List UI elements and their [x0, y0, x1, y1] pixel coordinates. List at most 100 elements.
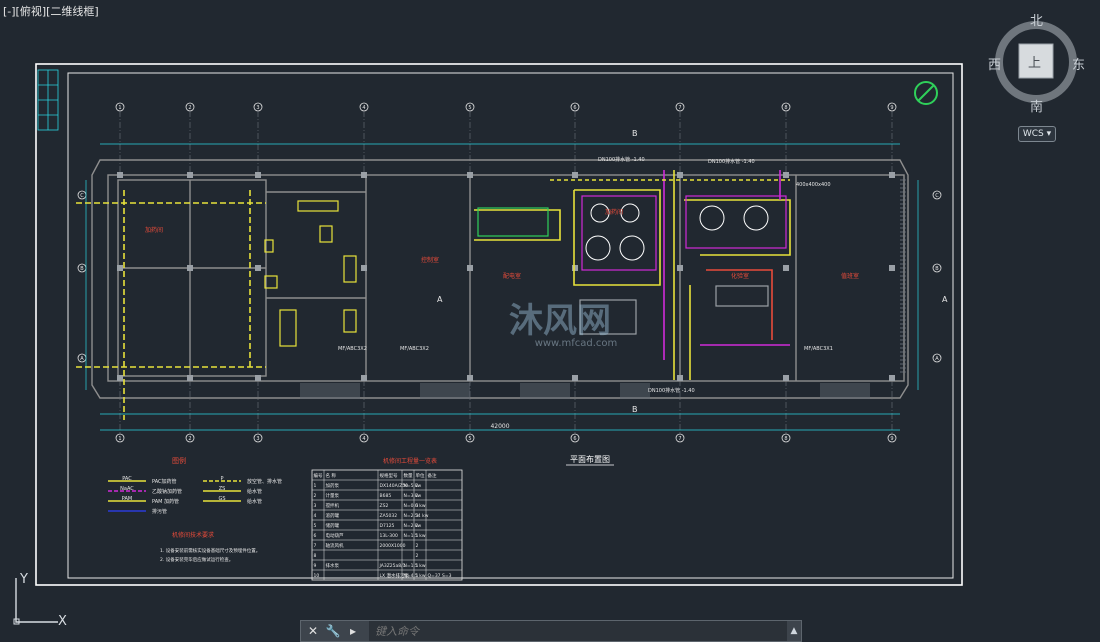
- column: [187, 375, 193, 381]
- pipe-note-5: MF/ABC3X2: [338, 346, 367, 352]
- table-cell: 3: [416, 503, 419, 509]
- pipe-notes: DN100排水管 -1.40 DN100排水管 -1.40 400x400x40…: [338, 156, 833, 394]
- sheet-frame-outer: [35, 63, 963, 586]
- grid-letter: B: [935, 266, 939, 272]
- table-cell: D7125: [380, 523, 395, 529]
- legend-code: PAC: [122, 476, 132, 482]
- pipe-lines: [76, 170, 791, 420]
- table-cell: JA3Z25a8/1: [379, 563, 406, 569]
- grid-number: 3: [256, 436, 259, 442]
- column: [889, 172, 895, 178]
- command-input[interactable]: [369, 621, 787, 641]
- legend-text: 排污管: [152, 508, 167, 515]
- compass-north[interactable]: 北: [1030, 10, 1043, 29]
- table-cell: ZS2: [380, 503, 389, 509]
- grid-axis-right: C B A: [932, 190, 942, 363]
- table-cell: 2: [416, 543, 419, 549]
- viewcube[interactable]: 北 南 西 东 上: [988, 10, 1085, 115]
- table-cell: 编号: [314, 472, 323, 479]
- legend-text: 乙酸钠加药管: [152, 488, 182, 495]
- grid-number: 9: [890, 436, 893, 442]
- legend-text: 给水管: [247, 488, 262, 495]
- pipe-note-7: MF/ABC3X1: [804, 346, 833, 352]
- grid-axis-bottom: 1 2 3 4 5 6 7 8 9: [115, 380, 897, 443]
- customize-wrench-icon[interactable]: 🔧: [325, 623, 341, 639]
- stairs-hatching: [300, 179, 906, 399]
- column: [677, 172, 683, 178]
- grid-letter: A: [935, 356, 939, 362]
- watermark-main: 沐风网: [509, 301, 611, 341]
- legend-text: 给水管: [247, 498, 262, 505]
- table-cell: 名 称: [326, 472, 337, 479]
- grid-number: 4: [362, 436, 365, 442]
- table-cell: 3: [416, 513, 419, 519]
- recent-commands-icon[interactable]: ▸: [345, 623, 361, 639]
- column: [783, 265, 789, 271]
- pipe-note-3: 400x400x400: [796, 182, 831, 188]
- column: [117, 172, 123, 178]
- compass-south[interactable]: 南: [1030, 96, 1043, 115]
- table-cell: B685: [380, 493, 392, 499]
- table-cell: 计量泵: [326, 492, 340, 499]
- legend-title: 图例: [172, 456, 186, 465]
- grid-number: 3: [256, 105, 259, 111]
- column: [187, 172, 193, 178]
- table-cell: 13L-300: [380, 533, 399, 539]
- table-cell: N=2 kw: [404, 523, 422, 529]
- grid-number: 1: [118, 436, 121, 442]
- legend: PAC PAC加药管 NaAC 乙酸钠加药管 PAM PAM 加药管排污管 P 放空管、排水管…: [108, 476, 282, 515]
- column: [187, 265, 193, 271]
- command-line[interactable]: ✕ 🔧 ▸ ▲: [300, 620, 802, 642]
- legend-code: GS: [218, 496, 225, 502]
- column: [783, 172, 789, 178]
- ucs-y-label: Y: [20, 572, 28, 587]
- legend-text: PAM 加药管: [152, 498, 179, 505]
- grid-letter: C: [935, 193, 939, 199]
- requirement-line-2: 2. 设备安装完毕后应做试运行检查。: [160, 556, 233, 563]
- column: [117, 265, 123, 271]
- grid-letter: A: [80, 356, 84, 362]
- grid-letter: C: [80, 193, 84, 199]
- table-cell: 8: [314, 553, 317, 559]
- pipe-note-6: MF/ABC3X2: [400, 346, 429, 352]
- grid-number: 8: [784, 105, 787, 111]
- table-cell: 备注: [428, 472, 437, 479]
- column: [889, 265, 895, 271]
- column: [255, 172, 261, 178]
- column: [467, 265, 473, 271]
- section-mark-a-top: A: [437, 295, 443, 304]
- wcs-dropdown[interactable]: WCS ▾: [1018, 126, 1056, 142]
- column: [361, 265, 367, 271]
- section-mark-b-top: B: [632, 129, 638, 138]
- scroll-up-icon[interactable]: ▲: [787, 626, 801, 636]
- close-icon[interactable]: ✕: [305, 623, 321, 639]
- drawing-canvas[interactable]: 123456789 123456789 CBA CBA 42000 加药间控制室…: [0, 0, 1100, 642]
- table-cell: 2: [416, 523, 419, 529]
- legend-text: 放空管、排水管: [247, 478, 282, 485]
- plan-title: 平面布置图: [570, 454, 610, 464]
- table-cell: Q=37 S=3: [428, 573, 452, 579]
- table-cell: 1: [416, 533, 419, 539]
- table-cell: 规格型号: [380, 472, 398, 479]
- grid-number: 5: [468, 105, 471, 111]
- table-cell: 2: [314, 493, 317, 499]
- pipe-note-4: DN100排水管 -1.40: [648, 387, 695, 394]
- table-cell: 3: [314, 503, 317, 509]
- column: [361, 172, 367, 178]
- column: [255, 265, 261, 271]
- column: [467, 172, 473, 178]
- column: [572, 375, 578, 381]
- wcs-label: WCS: [1022, 129, 1044, 139]
- viewcube-face-top[interactable]: 上: [1028, 52, 1041, 71]
- table-cell: 10: [314, 573, 320, 579]
- north-arrow-icon: [914, 81, 938, 105]
- grid-number: 7: [678, 105, 681, 111]
- grid-number: 9: [890, 105, 893, 111]
- table-cell: 搅拌机: [326, 502, 340, 509]
- room-label: 化验室: [731, 272, 749, 280]
- room-label: 配电室: [503, 272, 521, 280]
- ucs-icon: Y X: [8, 570, 78, 632]
- compass-east[interactable]: 东: [1072, 54, 1085, 73]
- column: [117, 375, 123, 381]
- compass-west[interactable]: 西: [988, 54, 1001, 73]
